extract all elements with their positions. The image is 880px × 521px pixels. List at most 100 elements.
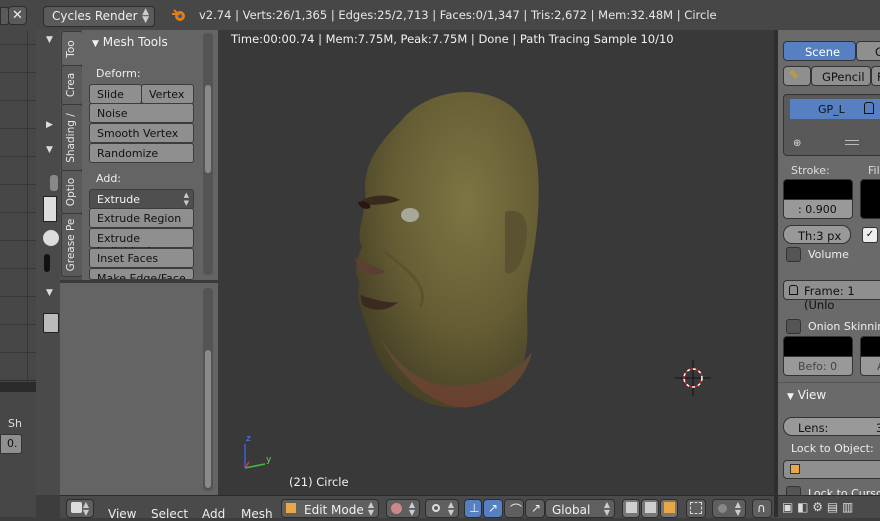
volume-checkbox[interactable] bbox=[786, 247, 801, 262]
lens-field[interactable]: Lens: 3 bbox=[783, 417, 880, 436]
mesh-tools-header[interactable]: ▼ Mesh Tools bbox=[92, 35, 168, 49]
menu-select[interactable]: Select bbox=[151, 507, 188, 521]
grease-pencil-icon-button[interactable]: ✎ bbox=[783, 66, 811, 86]
view-panel-header[interactable]: ▼ View bbox=[787, 388, 826, 402]
add-label: Add: bbox=[96, 172, 122, 185]
add-layer-icon[interactable]: ⊕ bbox=[793, 138, 801, 149]
resize-grip-icon[interactable] bbox=[845, 140, 859, 145]
arrow-icon: ↗ bbox=[488, 501, 499, 515]
dropdown-arrows-icon: ▲ ▼ bbox=[447, 500, 454, 517]
fill-color-swatch[interactable] bbox=[860, 179, 880, 219]
frame-field[interactable]: Frame: 1 (Unlo bbox=[783, 280, 880, 312]
noise-button[interactable]: Noise bbox=[89, 103, 194, 123]
onion-before-color[interactable] bbox=[783, 336, 853, 358]
lock-icon[interactable] bbox=[864, 102, 874, 114]
inset-faces-button[interactable]: Inset Faces bbox=[89, 248, 194, 268]
3d-cursor-icon[interactable] bbox=[673, 358, 713, 398]
active-object-label: (21) Circle bbox=[289, 475, 349, 489]
gpencil-datablock-button[interactable]: GPencil bbox=[811, 66, 871, 86]
onion-skinning-label: Onion Skinning bbox=[808, 320, 880, 333]
mode-dropdown[interactable]: Edit Mode ▲ ▼ bbox=[281, 499, 379, 518]
collapse-triangle-icon-3[interactable]: ▼ bbox=[46, 288, 53, 298]
tab-object-label: O bbox=[875, 45, 880, 59]
scale-manipulator-button[interactable]: ↗ bbox=[525, 499, 545, 518]
vertex-select-mode-button[interactable] bbox=[622, 499, 640, 518]
object-cube-icon bbox=[790, 464, 800, 474]
tool-shelf-scroll-thumb[interactable] bbox=[205, 85, 211, 173]
orientation-label: Global bbox=[552, 503, 591, 517]
rotate-manipulator-button[interactable]: ⌒ bbox=[504, 499, 524, 518]
tab-object[interactable]: O bbox=[856, 41, 880, 61]
onion-after-field[interactable]: A bbox=[860, 356, 880, 376]
extrude-region-label: Extrude Region bbox=[97, 212, 182, 225]
translate-manipulator-button[interactable]: ↗ bbox=[483, 499, 503, 518]
transform-orientation-dropdown[interactable]: Global ▲ ▼ bbox=[545, 499, 615, 518]
collapse-triangle-icon[interactable]: ▼ bbox=[46, 35, 53, 45]
magnet-icon: ∩ bbox=[757, 501, 766, 515]
axis-y-label: y bbox=[266, 455, 272, 465]
menu-mesh[interactable]: Mesh bbox=[241, 507, 273, 521]
lock-to-object-field[interactable] bbox=[783, 460, 880, 479]
close-icon[interactable]: ✕ bbox=[8, 6, 27, 25]
extrude-dropdown[interactable]: Extrude ▲ ▼ bbox=[89, 189, 194, 209]
tab-create[interactable]: Crea bbox=[61, 65, 83, 105]
collapse-triangle-icon-2[interactable]: ▼ bbox=[46, 145, 53, 155]
onion-after-color[interactable] bbox=[860, 336, 880, 358]
extrude-individual-button[interactable]: Extrude Individual bbox=[89, 228, 194, 258]
vertex-slide-button[interactable]: Vertex bbox=[141, 84, 194, 104]
stroke-opacity-slider[interactable]: : 0.900 bbox=[783, 199, 853, 219]
tool-icon-small[interactable] bbox=[50, 175, 58, 191]
operator-panel-scrollbar[interactable] bbox=[203, 288, 213, 491]
edge-select-mode-button[interactable] bbox=[641, 499, 659, 518]
smooth-vertex-label: Smooth Vertex bbox=[97, 127, 179, 140]
pivot-icon bbox=[432, 504, 440, 512]
menu-add[interactable]: Add bbox=[202, 507, 225, 521]
left-bottom-field[interactable]: 0. bbox=[0, 434, 22, 454]
pill-icon[interactable] bbox=[44, 254, 50, 272]
menu-view[interactable]: View bbox=[108, 507, 136, 521]
randomize-button[interactable]: Randomize bbox=[89, 143, 194, 163]
face-select-mode-button[interactable] bbox=[660, 499, 678, 518]
shading-sphere-icon bbox=[391, 503, 402, 514]
onion-before-field[interactable]: Befo: 0 bbox=[783, 356, 853, 376]
onion-skinning-checkbox[interactable] bbox=[786, 319, 801, 334]
extrude-region-button[interactable]: Extrude Region bbox=[89, 208, 194, 228]
tab-grease-pencil[interactable]: Grease Pe bbox=[61, 213, 83, 277]
operator-panel bbox=[60, 283, 218, 495]
lock-icon[interactable] bbox=[43, 313, 59, 333]
tab-scene[interactable]: Scene bbox=[783, 41, 856, 61]
manipulator-toggle[interactable]: ⊥ bbox=[464, 499, 482, 518]
tab-options[interactable]: Optio bbox=[61, 170, 83, 214]
expand-triangle-icon[interactable]: ▶ bbox=[46, 120, 53, 130]
tab-tools-label: Too bbox=[65, 39, 77, 58]
tab-shading-uvs[interactable]: Shading / bbox=[61, 104, 83, 171]
smooth-vertex-button[interactable]: Smooth Vertex bbox=[89, 123, 194, 143]
layer-row-selected[interactable]: GP_L bbox=[790, 99, 880, 119]
operator-panel-scroll-thumb[interactable] bbox=[205, 350, 211, 488]
slide-edge-button[interactable]: Slide Ed bbox=[89, 84, 142, 114]
render-engine-dropdown[interactable]: Cycles Render ▲ ▼ bbox=[43, 6, 155, 27]
volume-label: Volume bbox=[808, 248, 849, 261]
tool-shelf-scrollbar[interactable] bbox=[203, 33, 213, 275]
tab-tools[interactable]: Too bbox=[61, 31, 83, 66]
brush-icon[interactable] bbox=[43, 196, 57, 222]
gpencil-extra-button[interactable]: F bbox=[871, 66, 880, 86]
thickness-field[interactable]: Th:3 px bbox=[783, 225, 851, 244]
make-edge-face-label: Make Edge/Face bbox=[97, 272, 186, 280]
proportional-edit-dropdown[interactable]: ▲ ▼ bbox=[712, 499, 746, 518]
props-editor-icons[interactable]: ▣ ◧ ⚙ ▤ ▥ bbox=[782, 500, 853, 514]
snap-toggle[interactable]: ∩ bbox=[752, 499, 772, 518]
vertex-select-icon bbox=[626, 502, 637, 513]
stroke-color-swatch[interactable] bbox=[783, 179, 853, 201]
extrude-label: Extrude bbox=[97, 193, 141, 206]
limit-selection-button[interactable] bbox=[686, 499, 706, 518]
editor-type-dropdown[interactable]: ▲ ▼ bbox=[66, 499, 94, 518]
viewport-shading-dropdown[interactable]: ▲ ▼ bbox=[386, 499, 420, 518]
edit-mode-icon bbox=[286, 503, 296, 513]
pivot-point-dropdown[interactable]: ▲ ▼ bbox=[425, 499, 459, 518]
proportional-icon bbox=[718, 504, 727, 513]
circle-icon[interactable] bbox=[43, 230, 59, 246]
make-edge-face-button[interactable]: Make Edge/Face bbox=[89, 268, 194, 280]
checkbox-checked[interactable]: ✓ bbox=[862, 227, 878, 243]
axis-gizmo-icon bbox=[244, 444, 266, 469]
